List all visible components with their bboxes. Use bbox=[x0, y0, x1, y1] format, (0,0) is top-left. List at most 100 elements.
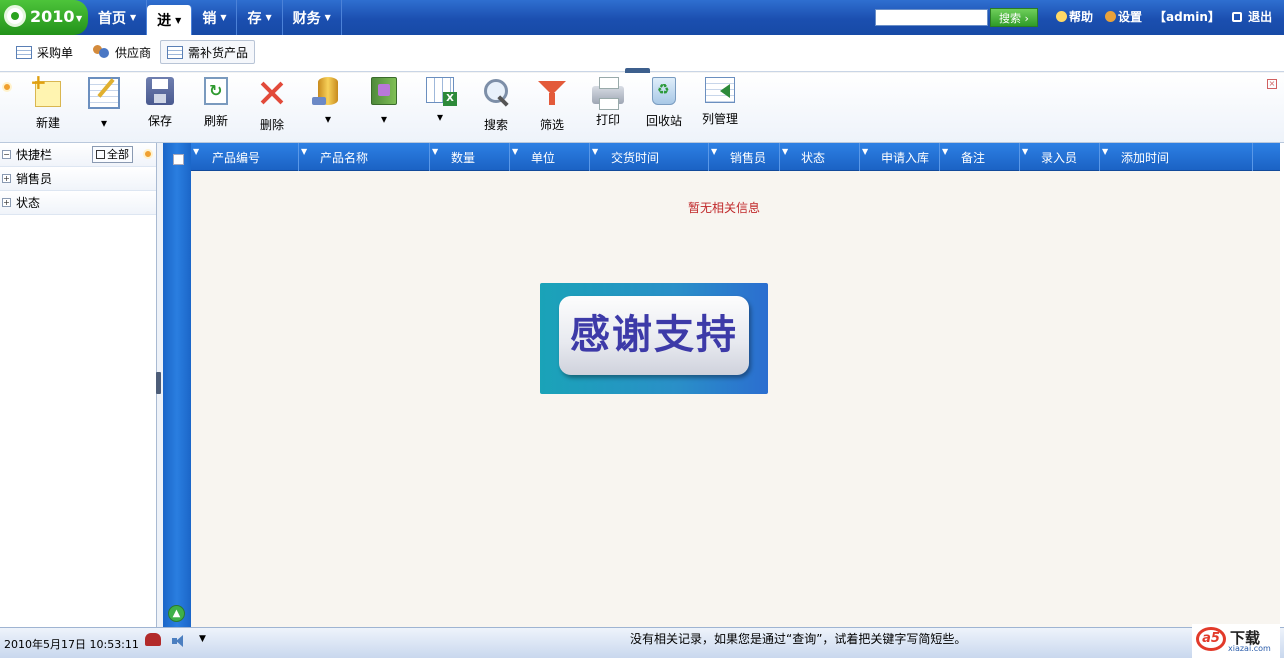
column-header[interactable]: ▼ 单位 bbox=[510, 143, 590, 171]
top-search-input[interactable] bbox=[875, 9, 988, 26]
button-label: 搜索 bbox=[483, 118, 508, 132]
splitter-grip[interactable] bbox=[156, 372, 161, 394]
main-nav: 首页 ▼ 进 ▼ 销 ▼ 存 ▼ 财务 ▼ bbox=[88, 0, 342, 35]
quick-panel-header[interactable]: − 快捷栏 全部 bbox=[0, 143, 156, 167]
column-header[interactable]: ▼ 产品名称 bbox=[299, 143, 430, 171]
recycle-bin-button[interactable]: 回收站 bbox=[640, 77, 688, 137]
chevron-down-icon[interactable]: ▼ bbox=[199, 634, 206, 644]
delete-button[interactable]: 删除 bbox=[248, 77, 296, 137]
show-all-button[interactable]: 全部 bbox=[92, 146, 133, 163]
refresh-button[interactable]: 刷新 bbox=[192, 77, 240, 137]
column-label: 交货时间 bbox=[611, 151, 660, 165]
show-all-label: 全部 bbox=[107, 148, 129, 161]
column-header[interactable]: ▼ 产品编号 bbox=[191, 143, 299, 171]
column-label: 添加时间 bbox=[1121, 151, 1170, 165]
chevron-down-icon[interactable]: ▼ bbox=[193, 138, 199, 166]
close-icon[interactable]: × bbox=[1267, 79, 1277, 89]
tab-purchase-order[interactable]: 采购单 bbox=[10, 40, 79, 64]
button-label: 列管理 bbox=[701, 112, 738, 126]
save-icon bbox=[146, 77, 174, 105]
tab-label: 采购单 bbox=[37, 45, 74, 60]
speaker-icon[interactable] bbox=[172, 634, 186, 647]
tree-item-label: 销售员 bbox=[16, 172, 53, 186]
status-bar: 2010年5月17日 10:53:11 ▼ 没有相关记录，如果您是通过“查询”，… bbox=[0, 624, 1284, 658]
nav-item-label: 存 bbox=[247, 10, 262, 27]
button-label: 打印 bbox=[595, 113, 620, 127]
column-header[interactable]: ▼ 备注 bbox=[940, 143, 1020, 171]
new-button[interactable]: 新建 bbox=[24, 70, 72, 137]
column-label: 申请入库 bbox=[881, 151, 930, 165]
column-label: 产品编号 bbox=[212, 151, 261, 165]
nav-item-purchase[interactable]: 进 ▼ bbox=[147, 5, 193, 35]
nav-item-finance[interactable]: 财务 ▼ bbox=[283, 0, 342, 35]
nav-item-label: 财务 bbox=[292, 10, 321, 27]
phone-icon[interactable] bbox=[145, 633, 161, 646]
gear-icon[interactable] bbox=[143, 149, 153, 159]
nav-item-home[interactable]: 首页 ▼ bbox=[88, 0, 148, 35]
top-search-button[interactable]: 搜索 › bbox=[990, 8, 1038, 27]
settings-label: 设置 bbox=[1118, 10, 1143, 24]
settings-link[interactable]: 设置 bbox=[1105, 8, 1142, 25]
column-label: 产品名称 bbox=[320, 151, 369, 165]
help-label: 帮助 bbox=[1069, 10, 1094, 24]
search-icon bbox=[480, 77, 512, 109]
column-header[interactable]: ▼ 数量 bbox=[430, 143, 510, 171]
scroll-to-top-icon[interactable]: ▲ bbox=[168, 605, 185, 622]
column-header[interactable]: ▼ 状态 bbox=[780, 143, 860, 171]
logout-link[interactable]: 退出 bbox=[1231, 8, 1272, 25]
column-label: 数量 bbox=[451, 151, 476, 165]
people-icon bbox=[92, 45, 110, 59]
expand-icon[interactable]: + bbox=[2, 198, 11, 207]
filter-button[interactable]: 筛选 bbox=[528, 77, 576, 137]
column-header[interactable]: ▼ 申请入库 bbox=[860, 143, 940, 171]
tab-label: 需补货产品 bbox=[188, 45, 249, 60]
column-header[interactable]: ▼ 交货时间 bbox=[590, 143, 709, 171]
chevron-down-icon[interactable]: ▼ bbox=[1102, 138, 1108, 166]
expand-icon[interactable]: + bbox=[2, 174, 11, 183]
chevron-down-icon[interactable]: ▼ bbox=[432, 138, 438, 166]
app-logo[interactable]: 2010 ▼ bbox=[0, 0, 88, 35]
tab-restock-products[interactable]: 需补货产品 bbox=[160, 40, 256, 64]
column-header[interactable]: ▼ 录入员 bbox=[1020, 143, 1100, 171]
column-header[interactable]: ▼ 添加时间 bbox=[1100, 143, 1253, 171]
chevron-down-icon[interactable]: ▼ bbox=[512, 138, 518, 166]
top-right-links: 帮助 设置 【admin】 退出 bbox=[1056, 8, 1272, 25]
export-dropdown-button[interactable]: ▾ bbox=[416, 77, 464, 137]
chevron-down-icon: ▼ bbox=[130, 13, 137, 22]
print-button[interactable]: 打印 bbox=[584, 77, 632, 137]
book-dropdown-button[interactable]: ▾ bbox=[360, 77, 408, 137]
chevron-down-icon[interactable]: ▼ bbox=[592, 138, 598, 166]
exit-icon bbox=[1231, 12, 1242, 22]
nav-item-stock[interactable]: 存 ▼ bbox=[237, 0, 283, 35]
tree-item-salesperson[interactable]: + 销售员 bbox=[0, 167, 156, 191]
database-dropdown-button[interactable]: ▾ bbox=[304, 77, 352, 137]
chevron-down-icon[interactable]: ▼ bbox=[942, 138, 948, 166]
tree-item-label: 状态 bbox=[16, 196, 41, 210]
collapse-icon[interactable]: − bbox=[2, 150, 11, 159]
tree-item-status[interactable]: + 状态 bbox=[0, 191, 156, 215]
button-label: 刷新 bbox=[203, 114, 228, 128]
save-button[interactable]: 保存 bbox=[136, 77, 184, 137]
chevron-down-icon[interactable]: ▼ bbox=[711, 138, 717, 166]
nav-item-sales[interactable]: 销 ▼ bbox=[192, 0, 238, 35]
column-manage-button[interactable]: 列管理 bbox=[696, 77, 744, 137]
empty-message: 暂无相关信息 bbox=[688, 201, 761, 215]
chevron-down-icon[interactable]: ▼ bbox=[1022, 138, 1028, 166]
status-message: 没有相关记录，如果您是通过“查询”，试着把关键字写简短些。 bbox=[630, 632, 967, 646]
help-link[interactable]: 帮助 bbox=[1056, 8, 1093, 25]
tab-supplier[interactable]: 供应商 bbox=[86, 40, 157, 64]
button-label: 回收站 bbox=[645, 114, 682, 128]
status-datetime: 2010年5月17日 10:53:11 bbox=[4, 638, 139, 651]
column-header[interactable]: ▼ 销售员 bbox=[709, 143, 780, 171]
select-all-checkbox[interactable] bbox=[173, 154, 184, 165]
chevron-down-icon[interactable]: ▼ bbox=[862, 138, 868, 166]
right-edge bbox=[1280, 143, 1284, 627]
row-selector-bar: ▲ bbox=[163, 143, 191, 627]
chevron-down-icon[interactable]: ▼ bbox=[301, 138, 307, 166]
edit-dropdown-button[interactable]: ▾ bbox=[80, 77, 128, 137]
chevron-down-icon[interactable]: ▼ bbox=[782, 138, 788, 166]
grid-header: ▼ 产品编号 ▼ 产品名称 ▼ 数量 ▼ 单位 ▼ 交货时间 ▼ 销售员 ▼ 状态 ▼ 申请入库… bbox=[191, 143, 1280, 171]
search-button[interactable]: 搜索 bbox=[472, 77, 520, 137]
button-label: ▾ bbox=[324, 112, 332, 126]
gear-icon[interactable] bbox=[2, 82, 12, 92]
